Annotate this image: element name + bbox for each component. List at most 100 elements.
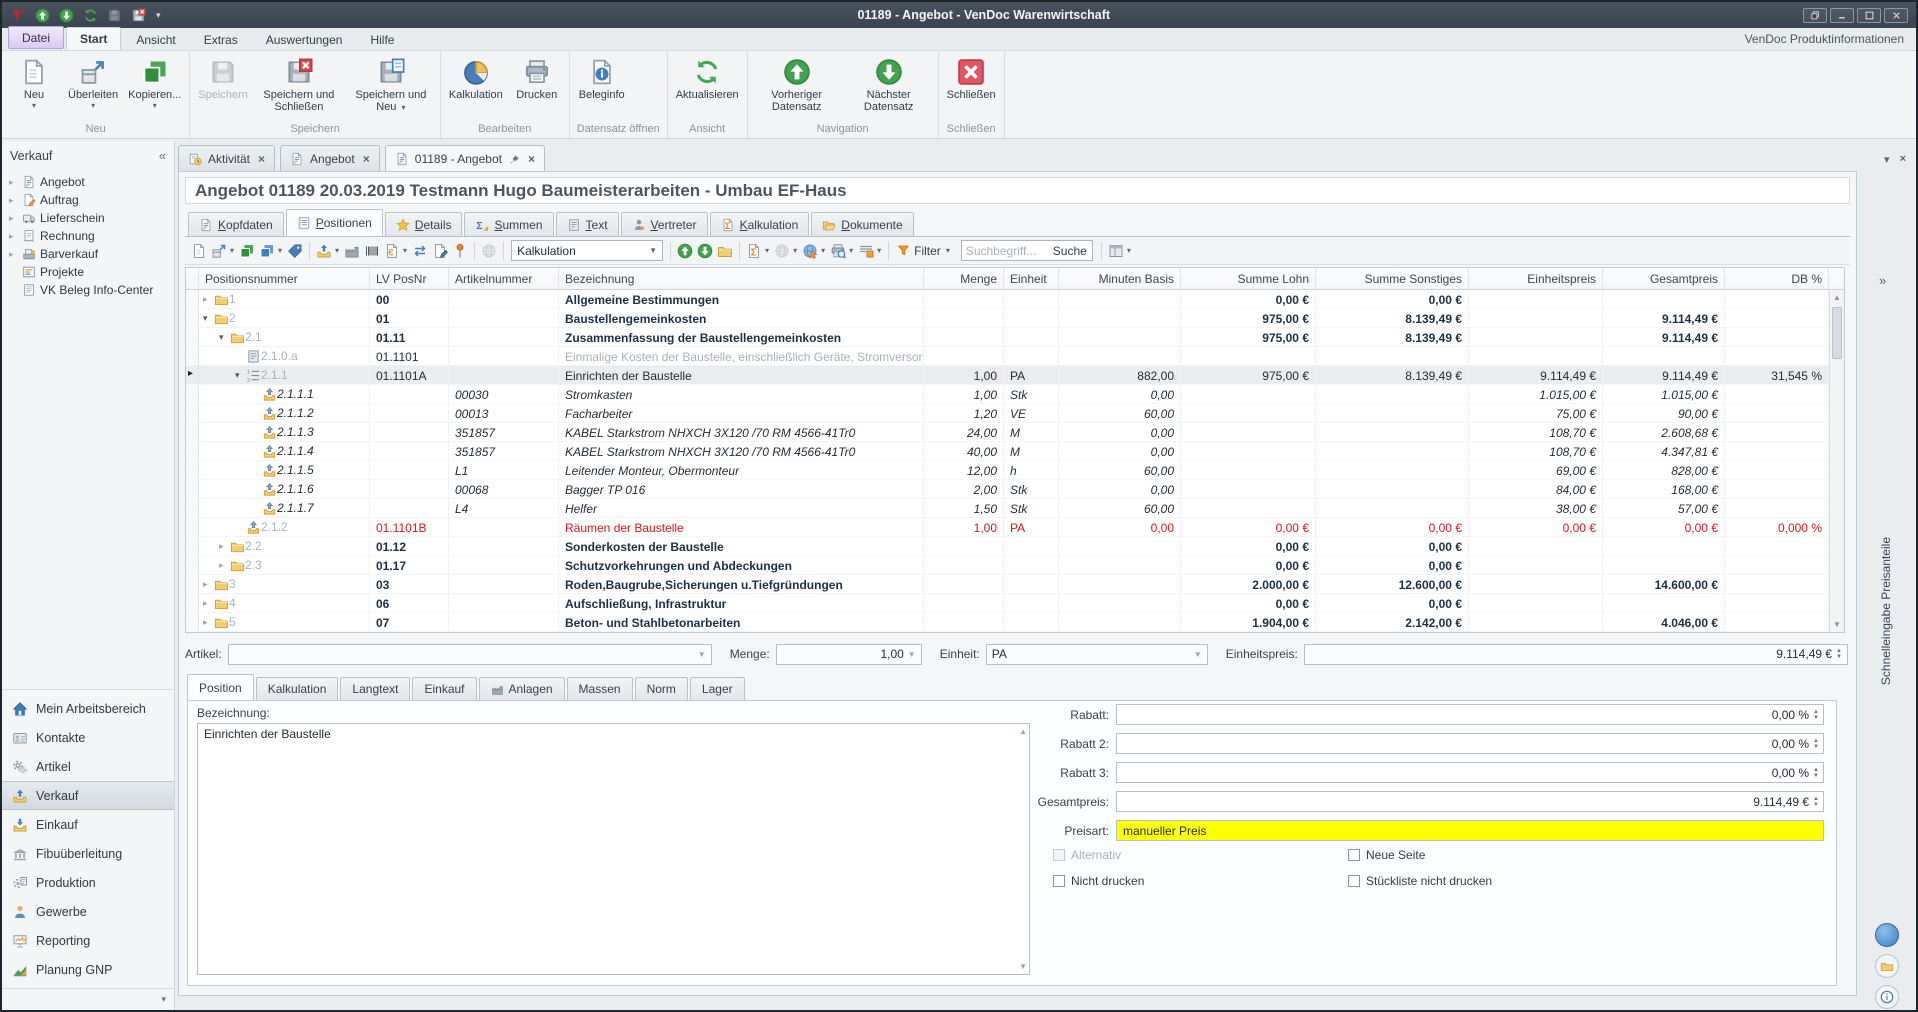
cell-menge[interactable] [924, 290, 1004, 309]
cell-minuten[interactable] [1059, 290, 1181, 309]
cell-einheit[interactable] [1004, 328, 1059, 347]
chevron-down-icon[interactable]: ▾ [334, 246, 342, 255]
chevron-down-icon[interactable]: ▾ [764, 246, 772, 255]
cell-lv[interactable]: 06 [370, 594, 449, 613]
vorheriger-datensatz-button[interactable]: Vorheriger Datensatz [751, 54, 843, 121]
cell-ep[interactable] [1469, 594, 1603, 613]
schließen-button[interactable]: Schließen [942, 54, 1001, 121]
sidebar-footer-dropdown-icon[interactable]: ▾ [161, 994, 166, 1005]
table-row[interactable]: ▸100Allgemeine Bestimmungen0,00 €0,00 € [186, 290, 1844, 309]
panel-info-button[interactable] [1875, 985, 1899, 1009]
chevron-down-icon[interactable]: ▾ [402, 246, 410, 255]
cell-art[interactable] [449, 537, 559, 556]
table-row[interactable]: 2.1.1.600068Bagger TP 0162,00Stk0,0084,0… [186, 480, 1844, 499]
tab-positionen[interactable]: Positionen [286, 209, 383, 236]
cell-menge[interactable]: 40,00 [924, 442, 1004, 461]
detail-tab-anlagen[interactable]: Anlagen [479, 677, 565, 700]
cell-db[interactable] [1725, 385, 1829, 404]
checkbox-box[interactable] [1348, 875, 1360, 887]
cell-lv[interactable] [370, 499, 449, 518]
table-row[interactable]: 2.1.201.1101BRäumen der Baustelle1,00PA0… [186, 518, 1844, 537]
cell-menge[interactable] [924, 613, 1004, 632]
table-row[interactable]: ▸2.301.17Schutzvorkehrungen und Abdeckun… [186, 556, 1844, 575]
cell-gp[interactable] [1603, 594, 1725, 613]
speichern-und-schließen-button[interactable]: Speichern und Schließen [253, 54, 345, 121]
column-header-menge[interactable]: Menge [924, 268, 1004, 289]
table-row[interactable]: ▸▾122.1.101.1101AEinrichten der Baustell… [186, 366, 1844, 385]
cell-positionsnummer[interactable]: ▸2.2 [199, 537, 370, 556]
cell-lv[interactable] [370, 442, 449, 461]
cell-art[interactable] [449, 556, 559, 575]
sidebar-item-auftrag[interactable]: ▸Auftrag [2, 191, 174, 209]
cell-gp[interactable]: 2.608,68 € [1603, 423, 1725, 442]
cell-menge[interactable] [924, 594, 1004, 613]
cell-lohn[interactable]: 0,00 € [1181, 537, 1316, 556]
table-row[interactable]: ▾201Baustellengemeinkosten975,00 €8.139,… [186, 309, 1844, 328]
cell-einheit[interactable]: M [1004, 423, 1059, 442]
cell-einheit[interactable]: Stk [1004, 480, 1059, 499]
cell-einheit[interactable]: Stk [1004, 499, 1059, 518]
cell-lohn[interactable]: 1.904,00 € [1181, 613, 1316, 632]
field-input-gesamtpreis[interactable]: 9.114,49 €▲▼ [1116, 791, 1824, 812]
cell-einheit[interactable]: PA [1004, 518, 1059, 537]
cell-menge[interactable]: 2,00 [924, 480, 1004, 499]
scroll-down-icon[interactable]: ▼ [1830, 617, 1844, 632]
column-header-bezeichnung[interactable]: Bezeichnung [559, 268, 924, 289]
cell-positionsnummer[interactable]: ▸5 [199, 613, 370, 632]
expander-collapsed-icon[interactable]: ▸ [203, 598, 214, 609]
qat-save-close-icon[interactable] [128, 6, 148, 24]
artikel-combo[interactable]: ▼ [228, 644, 712, 665]
toolbar-circle-up-button[interactable] [675, 240, 695, 262]
cell-lohn[interactable]: 0,00 € [1181, 594, 1316, 613]
cell-menge[interactable] [924, 537, 1004, 556]
toolbar-factory-button[interactable] [342, 240, 362, 262]
beleginfo-button[interactable]: Beleginfo [573, 54, 631, 121]
quick-entry-panel-label[interactable]: Schnelleingabe Preisanteile [1879, 537, 1893, 685]
spinner-icon[interactable]: ▲▼ [1813, 767, 1819, 779]
table-row[interactable]: ▸406Aufschließung, Infrastruktur0,00 €0,… [186, 594, 1844, 613]
doc-tab-angebot[interactable]: Angebot× [280, 145, 380, 172]
cell-gp[interactable]: 168,00 € [1603, 480, 1725, 499]
cell-lohn[interactable] [1181, 480, 1316, 499]
tab-text[interactable]: Text [556, 212, 619, 236]
cell-db[interactable] [1725, 499, 1829, 518]
cell-lohn[interactable] [1181, 442, 1316, 461]
column-header-db[interactable]: DB % [1725, 268, 1829, 289]
cell-lv[interactable]: 01.1101A [370, 366, 449, 385]
cell-lohn[interactable]: 975,00 € [1181, 328, 1316, 347]
doc-tab-aktivität[interactable]: Aktivität× [178, 145, 275, 172]
cell-gp[interactable] [1603, 537, 1725, 556]
expander-collapsed-icon[interactable]: ▸ [9, 195, 18, 206]
spinner-icon[interactable]: ▲▼ [1813, 796, 1819, 808]
scroll-down-icon[interactable]: ▼ [1019, 962, 1027, 971]
cell-minuten[interactable] [1059, 613, 1181, 632]
cell-ep[interactable]: 9.114,49 € [1469, 366, 1603, 385]
cell-bez[interactable]: Helfer [559, 499, 924, 518]
cell-art[interactable] [449, 518, 559, 537]
checkbox-box[interactable] [1053, 875, 1065, 887]
table-row[interactable]: 2.1.0.a01.1101Einmalige Kosten der Baust… [186, 347, 1844, 366]
cell-lv[interactable]: 01.1101B [370, 518, 449, 537]
cell-minuten[interactable] [1059, 537, 1181, 556]
expander-collapsed-icon[interactable]: ▸ [219, 541, 230, 552]
cell-gp[interactable]: 9.114,49 € [1603, 309, 1725, 328]
detail-tab-massen[interactable]: Massen [567, 677, 633, 700]
cell-sonst[interactable] [1316, 423, 1469, 442]
kalkulation-button[interactable]: Kalkulation [444, 54, 508, 121]
menu-ansicht[interactable]: Ansicht [123, 29, 188, 50]
cell-bez[interactable]: Roden,Baugrube,Sicherungen u.Tiefgründun… [559, 575, 924, 594]
column-header-summe-lohn[interactable]: Summe Lohn [1181, 268, 1316, 289]
speichern-und-neu-button[interactable]: Speichern und Neu ▾ [345, 54, 437, 121]
cell-einheit[interactable] [1004, 347, 1059, 366]
nav-item-fibuüberleitung[interactable]: €Fibuüberleitung [2, 839, 174, 868]
view-mode-combo[interactable]: Kalkulation▼ [511, 240, 663, 261]
cell-positionsnummer[interactable]: 2.1.1.2 [199, 404, 370, 423]
cell-sonst[interactable]: 8.139,49 € [1316, 309, 1469, 328]
table-row[interactable]: 2.1.1.3351857KABEL Starkstrom NHXCH 3X12… [186, 423, 1844, 442]
expander-collapsed-icon[interactable]: ▸ [9, 177, 18, 188]
panel-folder-button[interactable] [1875, 954, 1899, 978]
toolbar-globe-button[interactable] [772, 240, 792, 262]
cell-minuten[interactable]: 60,00 [1059, 499, 1181, 518]
cell-sonst[interactable] [1316, 480, 1469, 499]
cell-sonst[interactable]: 12.600,00 € [1316, 575, 1469, 594]
